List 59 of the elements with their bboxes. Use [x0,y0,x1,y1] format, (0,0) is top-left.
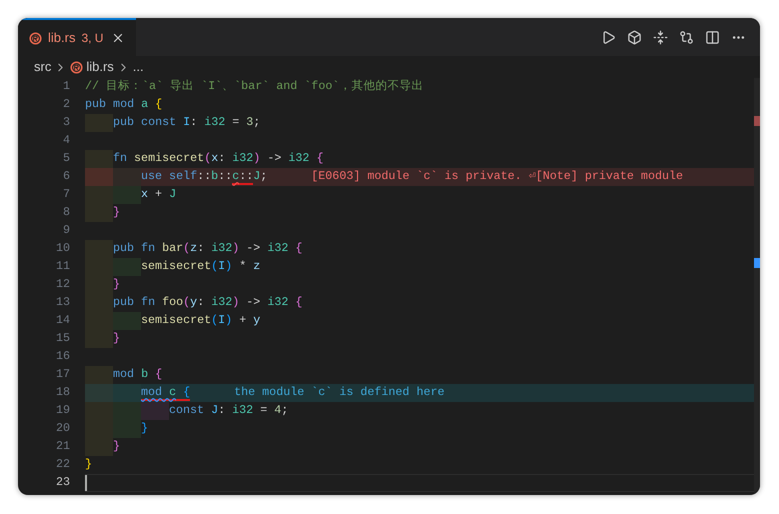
line-number: 8 [62,204,71,222]
split-editor-icon[interactable] [705,30,720,44]
line-number: 10 [54,240,71,258]
line-number: 3 [62,114,71,132]
line-number: 14 [54,312,71,330]
breadcrumb-item[interactable]: ... [132,57,144,77]
code-line: pub mod a { [85,96,162,114]
line-number: 23 [54,474,71,492]
problem-count: 3, U [81,30,104,47]
line-number: 19 [54,402,71,420]
diagnostic-message: the module `c` is defined here [234,384,445,402]
line-number: 18 [54,384,71,402]
code-line: } [85,456,92,474]
cube-icon[interactable] [627,30,642,44]
code-line: pub fn bar(z: i32) -> i32 { [113,240,302,258]
line-number: 9 [62,222,71,240]
line-number: 4 [62,132,71,150]
fold-icon[interactable] [653,30,668,44]
line-number: 5 [62,150,71,168]
line-number: 15 [54,330,71,348]
code-line: semisecret(I) * z [141,258,260,276]
play-icon[interactable] [601,30,616,44]
line-number: 16 [54,348,71,366]
code-line: x + J [141,186,176,204]
code-line: use self::b::c::J; [141,168,268,186]
line-number: 17 [54,366,71,384]
rust-file-icon [70,60,84,74]
info-marker [754,258,760,268]
editor-tab[interactable]: lib.rs 3, U [18,18,136,56]
rust-file-icon [29,32,42,44]
line-number: 6 [62,168,71,186]
code-line: } [113,438,120,456]
line-number: 1 [62,78,71,96]
code-line: } [141,420,148,438]
line-number: 7 [62,186,71,204]
diagnostic-message: [E0603] module `c` is private. ⏎[Note] private module [311,168,684,186]
code-line: pub fn foo(y: i32) -> i32 { [113,294,302,312]
line-number: 12 [54,276,71,294]
code-line: // 目标：`a` 导出 `I`、`bar` and `foo`，其他的不导出 [85,78,424,96]
text-cursor [85,475,87,491]
code-line: } [113,330,120,348]
code-line: pub const I: i32 = 3; [113,114,260,132]
line-number: 21 [54,438,71,456]
tab-filename: lib.rs [48,29,76,48]
line-number: 11 [54,258,71,276]
code-line: fn semisecret(x: i32) -> i32 { [113,150,324,168]
breadcrumb-item[interactable]: src [34,57,52,77]
code-line: } [113,204,120,222]
code-line: const J: i32 = 4; [169,402,288,420]
line-number: 13 [54,294,71,312]
code-line: semisecret(I) + y [141,312,260,330]
error-marker [754,116,760,126]
line-number: 2 [62,96,71,114]
code-line: mod b { [113,366,162,384]
compare-icon[interactable] [679,30,694,44]
breadcrumb-item[interactable]: lib.rs [86,57,114,77]
line-number: 22 [54,456,71,474]
code-line: } [113,276,120,294]
line-number: 20 [54,420,71,438]
